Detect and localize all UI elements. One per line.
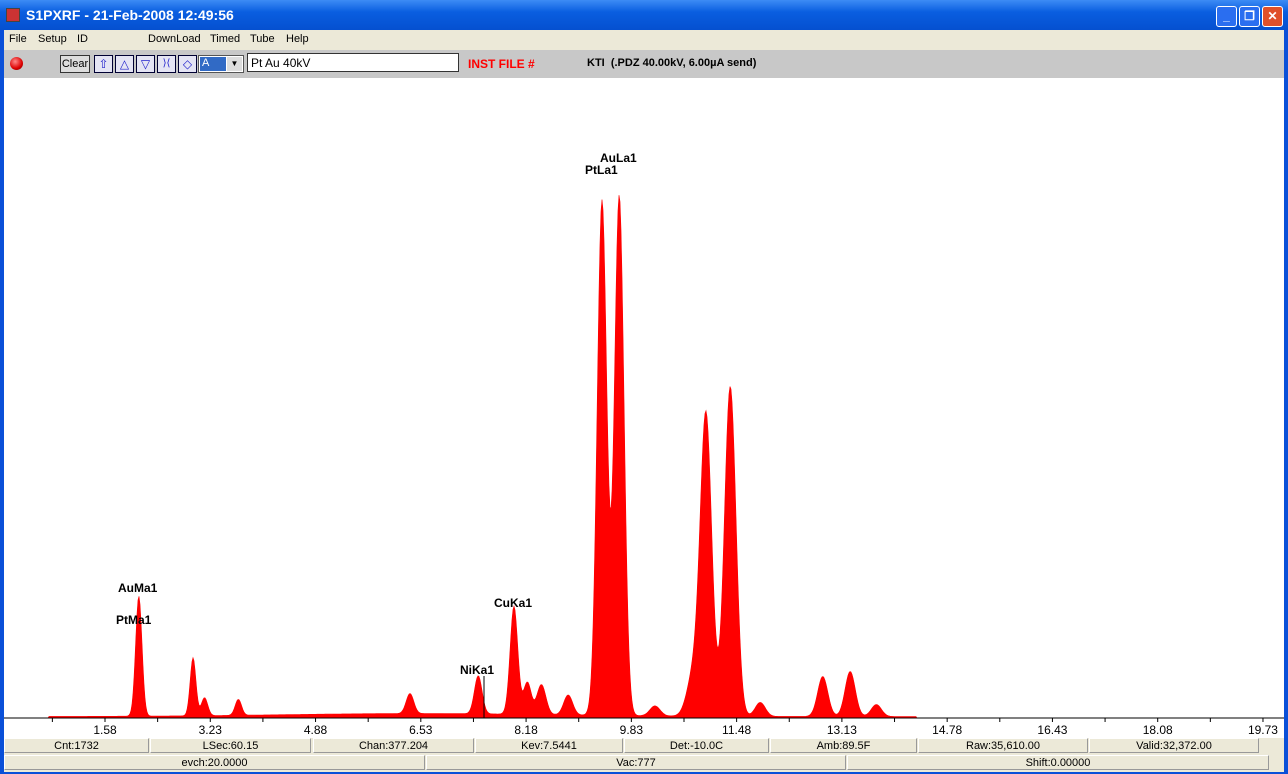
x-tick-label: 8.18 (514, 723, 538, 737)
menu-id[interactable]: ID (77, 33, 88, 45)
channel-select-value: A (200, 57, 226, 71)
status-cell: evch:20.0000 (4, 755, 425, 770)
arrow-up-icon[interactable]: △ (115, 55, 134, 73)
x-tick-label: 3.23 (199, 723, 223, 737)
peak-label-ptla1: PtLa1 (585, 163, 618, 177)
x-tick-label: 6.53 (409, 723, 433, 737)
status-cell: Cnt:1732 (4, 738, 149, 753)
inst-file-label: INST FILE # (468, 57, 535, 71)
status-cell: Valid:32,372.00 (1089, 738, 1259, 753)
status-led-icon (10, 57, 23, 70)
contract-icon[interactable]: ◇ (178, 55, 197, 73)
title-bar: S1PXRF - 21-Feb-2008 12:49:56 _ ❐ ✕ (0, 0, 1288, 30)
x-tick-label: 19.73 (1248, 723, 1278, 737)
menu-download[interactable]: DownLoad (148, 33, 201, 45)
menu-file[interactable]: File (9, 33, 27, 45)
x-tick-label: 9.83 (620, 723, 644, 737)
x-tick-label: 13.13 (827, 723, 857, 737)
menu-help[interactable]: Help (286, 33, 309, 45)
instrument-info: KTI (.PDZ 40.00kV, 6.00µA send) (587, 57, 757, 69)
arrow-down-icon[interactable]: ▽ (136, 55, 155, 73)
peak-label-aula1: AuLa1 (600, 151, 637, 165)
chevron-down-icon[interactable]: ▼ (227, 57, 242, 71)
menu-timed[interactable]: Timed (210, 33, 240, 45)
status-cell: Vac:777 (426, 755, 846, 770)
peak-label-auma1: AuMa1 (118, 581, 158, 595)
status-cell: Chan:377.204 (313, 738, 474, 753)
clear-button[interactable]: Clear (60, 55, 90, 73)
status-cell: Shift:0.00000 (847, 755, 1269, 770)
channel-select[interactable]: A ▼ (198, 55, 244, 73)
spectrum-area (4, 195, 1284, 719)
spectrum-svg: 1.58 3.23 4.88 6.53 8.18 9.83 11.48 13.13 14.78 1… (4, 151, 1284, 737)
x-tick-label: 4.88 (304, 723, 328, 737)
peak-label-ptma1: PtMa1 (116, 613, 152, 627)
spectrum-plot[interactable]: 1.58 3.23 4.88 6.53 8.18 9.83 11.48 13.13 14.78 1… (4, 78, 1284, 738)
peak-label-nika1: NiKa1 (460, 663, 494, 677)
x-tick-label: 11.48 (722, 723, 751, 737)
app-icon (6, 8, 20, 22)
status-cell: Det:-10.0C (624, 738, 769, 753)
x-tick-label: 14.78 (932, 723, 962, 737)
status-cell: LSec:60.15 (150, 738, 311, 753)
x-tick-label: 18.08 (1143, 723, 1173, 737)
menu-setup[interactable]: Setup (38, 33, 67, 45)
menu-bar: File Setup ID DownLoad Timed Tube Help (4, 30, 1284, 50)
x-tick-label: 16.43 (1037, 723, 1067, 737)
status-cell: Raw:35,610.00 (918, 738, 1088, 753)
toolbar: Clear ⇧ △ ▽ ⟩⟨ ◇ A ▼ Pt Au 40kV INST FIL… (4, 50, 1284, 78)
status-cell: Amb:89.5F (770, 738, 917, 753)
expand-icon[interactable]: ⟩⟨ (157, 55, 176, 73)
sample-name-input[interactable]: Pt Au 40kV (247, 53, 459, 72)
status-bar: Cnt:1732 LSec:60.15 Chan:377.204 Kev:7.5441… (4, 738, 1284, 772)
x-tick-label: 1.58 (93, 723, 117, 737)
close-button[interactable]: ✕ (1262, 6, 1283, 27)
peak-label-cuka1: CuKa1 (494, 596, 532, 610)
window-title: S1PXRF - 21-Feb-2008 12:49:56 (26, 7, 234, 23)
minimize-button[interactable]: _ (1216, 6, 1237, 27)
home-up-icon[interactable]: ⇧ (94, 55, 113, 73)
status-cell: Kev:7.5441 (475, 738, 623, 753)
maximize-button[interactable]: ❐ (1239, 6, 1260, 27)
menu-tube[interactable]: Tube (250, 33, 275, 45)
